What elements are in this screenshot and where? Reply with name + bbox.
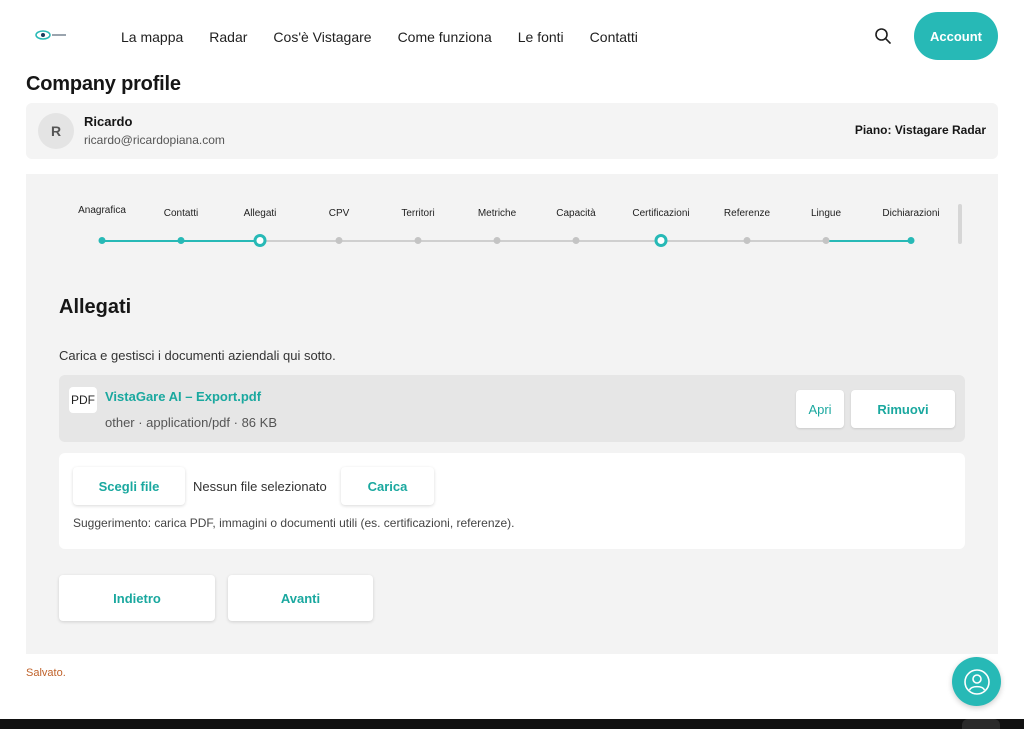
attachment-row: PDF VistaGare AI – Export.pdf other · ap… [59, 375, 965, 442]
nav-link-fonti[interactable]: Le fonti [518, 28, 564, 46]
step-cpv-dot[interactable] [335, 237, 343, 244]
back-button[interactable]: Indietro [59, 575, 215, 621]
nav-link-radar[interactable]: Radar [209, 28, 247, 46]
profile-panel: Anagrafica Contatti Allegati CPV Territo… [26, 174, 998, 654]
nav-link-contatti[interactable]: Contatti [590, 28, 638, 46]
step-connector [181, 240, 260, 242]
step-dichiarazioni-dot[interactable] [907, 237, 915, 244]
step-contatti-label[interactable]: Contatti [164, 208, 198, 219]
step-certificazioni-label[interactable]: Certificazioni [632, 208, 689, 219]
step-certificazioni-dot[interactable] [654, 234, 668, 247]
step-dichiarazioni-label[interactable]: Dichiarazioni [882, 208, 939, 219]
step-territori-dot[interactable] [414, 237, 422, 244]
step-connector [497, 240, 576, 242]
step-anagrafica-label[interactable]: Anagrafica [78, 205, 126, 216]
step-referenze-label[interactable]: Referenze [724, 208, 770, 219]
step-referenze-dot[interactable] [743, 237, 751, 244]
nav-link-cose-vistagare[interactable]: Cos'è Vistagare [273, 28, 371, 46]
stepper-scrollbar[interactable] [958, 204, 962, 244]
no-file-selected-text: Nessun file selezionato [193, 479, 327, 494]
step-connector [339, 240, 418, 242]
step-capacita-label[interactable]: Capacità [556, 208, 595, 219]
bottom-bar-handle [962, 719, 1000, 729]
step-capacita-dot[interactable] [572, 237, 580, 244]
upload-card: Scegli file Nessun file selezionato Cari… [59, 453, 965, 549]
step-territori-label[interactable]: Territori [401, 208, 434, 219]
upload-hint: Suggerimento: carica PDF, immagini o doc… [73, 516, 515, 530]
user-support-icon [963, 668, 990, 695]
top-nav: La mappa Radar Cos'è Vistagare Come funz… [0, 0, 1024, 72]
step-connector [260, 240, 339, 242]
next-button[interactable]: Avanti [228, 575, 373, 621]
stepper: Anagrafica Contatti Allegati CPV Territo… [26, 174, 998, 254]
remove-attachment-button[interactable]: Rimuovi [851, 390, 955, 428]
user-email: ricardo@ricardopiana.com [84, 133, 225, 147]
choose-file-button[interactable]: Scegli file [73, 467, 185, 505]
nav-link-come-funziona[interactable]: Come funziona [398, 28, 492, 46]
section-description: Carica e gestisci i documenti aziendali … [59, 348, 336, 363]
nav-link-mappa[interactable]: La mappa [121, 28, 183, 46]
nav-links: La mappa Radar Cos'è Vistagare Come funz… [121, 28, 664, 46]
page-title: Company profile [26, 73, 181, 95]
user-bar: R Ricardo ricardo@ricardopiana.com Piano… [26, 103, 998, 159]
step-anagrafica-dot[interactable] [98, 237, 106, 244]
avatar: R [38, 113, 74, 149]
step-connector [576, 240, 661, 242]
step-connector [418, 240, 497, 242]
step-metriche-dot[interactable] [493, 237, 501, 244]
vistagare-logo[interactable] [34, 28, 70, 42]
step-cpv-label[interactable]: CPV [329, 208, 350, 219]
search-icon[interactable] [873, 26, 893, 46]
bottom-bar [0, 719, 1024, 729]
step-connector [661, 240, 747, 242]
step-lingue-label[interactable]: Lingue [811, 208, 841, 219]
step-allegati-dot[interactable] [253, 234, 267, 247]
support-chat-button[interactable] [952, 657, 1001, 706]
account-button[interactable]: Account [914, 12, 998, 60]
attachment-name[interactable]: VistaGare AI – Export.pdf [105, 389, 261, 404]
step-connector [102, 240, 181, 242]
user-name: Ricardo [84, 114, 133, 129]
attachment-meta: other · application/pdf · 86 KB [105, 415, 277, 430]
upload-button[interactable]: Carica [341, 467, 434, 505]
open-attachment-button[interactable]: Apri [796, 390, 844, 428]
step-contatti-dot[interactable] [177, 237, 185, 244]
step-lingue-dot[interactable] [822, 237, 830, 244]
step-connector [747, 240, 826, 242]
step-metriche-label[interactable]: Metriche [478, 208, 516, 219]
plan-label: Piano: Vistagare Radar [854, 123, 986, 137]
section-title: Allegati [59, 296, 132, 318]
step-allegati-label[interactable]: Allegati [244, 208, 277, 219]
save-status: Salvato. [26, 667, 66, 679]
step-connector [826, 240, 911, 242]
pdf-file-icon: PDF [69, 387, 97, 413]
